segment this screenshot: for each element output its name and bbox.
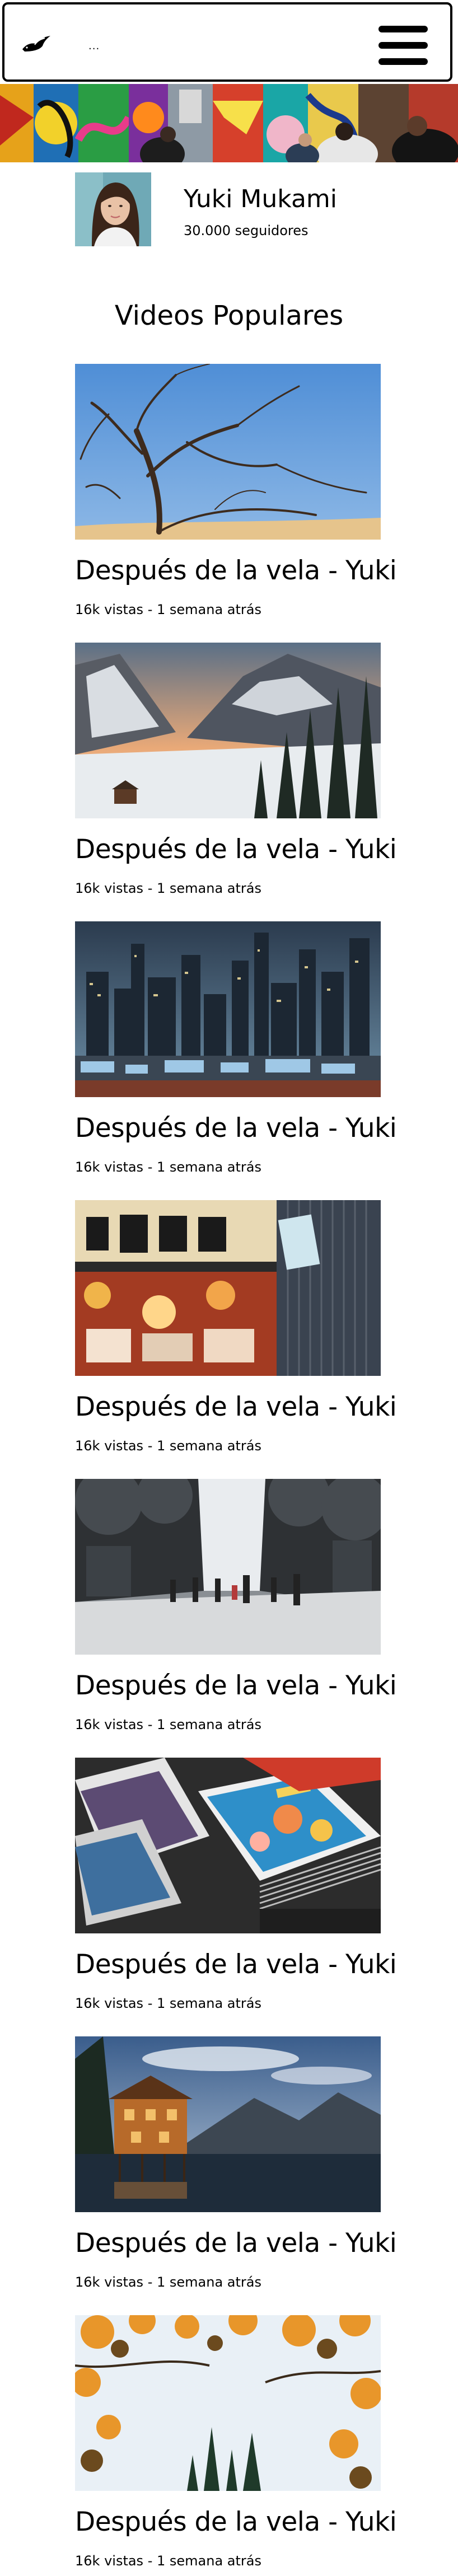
hamburger-menu-icon[interactable] <box>378 26 428 65</box>
video-meta: 16k vistas - 1 semana atrás <box>75 1717 261 1732</box>
video-card[interactable]: Después de la vela - Yuki 16k vistas - 1… <box>75 364 397 617</box>
video-meta: 16k vistas - 1 semana atrás <box>75 1438 261 1454</box>
video-thumbnail-lake-house[interactable] <box>75 2036 381 2212</box>
bird-logo-icon[interactable] <box>20 32 54 55</box>
video-meta: 16k vistas - 1 semana atrás <box>75 880 261 896</box>
video-title[interactable]: Después de la vela - Yuki <box>75 1949 397 1980</box>
video-thumbnail-bare-tree[interactable] <box>75 364 381 540</box>
follower-count: 30.000 seguidores <box>184 223 309 238</box>
video-thumbnail-snowy-mountains[interactable] <box>75 643 381 818</box>
top-navbar: ... <box>2 2 452 82</box>
video-thumbnail-winter-street[interactable] <box>75 1479 381 1655</box>
video-title[interactable]: Después de la vela - Yuki <box>75 1113 397 1144</box>
video-title[interactable]: Después de la vela - Yuki <box>75 834 397 865</box>
avatar[interactable] <box>75 172 151 246</box>
profile-name[interactable]: Yuki Mukami <box>184 185 337 213</box>
video-card[interactable]: Después de la vela - Yuki 16k vistas - 1… <box>75 1758 397 2011</box>
menu-bar <box>378 26 428 32</box>
video-card[interactable]: Después de la vela - Yuki 16k vistas - 1… <box>75 921 397 1175</box>
video-meta: 16k vistas - 1 semana atrás <box>75 2274 261 2290</box>
section-title: Videos Populares <box>114 300 344 331</box>
video-card[interactable]: Después de la vela - Yuki 16k vistas - 1… <box>75 2036 397 2290</box>
video-card[interactable]: Después de la vela - Yuki 16k vistas - 1… <box>75 643 397 896</box>
video-meta: 16k vistas - 1 semana atrás <box>75 1159 261 1175</box>
video-title[interactable]: Después de la vela - Yuki <box>75 1670 397 1701</box>
video-title[interactable]: Después de la vela - Yuki <box>75 555 397 586</box>
page: ... Yuki Mukami 30.000 seguidores Videos… <box>0 0 458 2576</box>
video-title[interactable]: Después de la vela - Yuki <box>75 2507 397 2537</box>
header-text: ... <box>88 40 100 52</box>
graffiti-banner-image <box>0 84 458 162</box>
video-thumbnail-autumn-leaves[interactable] <box>75 2315 381 2491</box>
menu-bar <box>378 42 428 49</box>
video-card[interactable]: Después de la vela - Yuki 16k vistas - 1… <box>75 1479 397 1732</box>
video-title[interactable]: Después de la vela - Yuki <box>75 1392 397 1422</box>
video-meta: 16k vistas - 1 semana atrás <box>75 2553 261 2569</box>
video-thumbnail-magazine-stack[interactable] <box>75 1758 381 1933</box>
video-card[interactable]: Después de la vela - Yuki 16k vistas - 1… <box>75 2315 397 2569</box>
video-meta: 16k vistas - 1 semana atrás <box>75 602 261 617</box>
video-title[interactable]: Después de la vela - Yuki <box>75 2228 397 2259</box>
menu-bar <box>378 58 428 65</box>
video-card[interactable]: Después de la vela - Yuki 16k vistas - 1… <box>75 1200 397 1454</box>
video-thumbnail-japanese-storefront[interactable] <box>75 1200 381 1376</box>
video-meta: 16k vistas - 1 semana atrás <box>75 1996 261 2011</box>
video-thumbnail-city-skyline[interactable] <box>75 921 381 1097</box>
